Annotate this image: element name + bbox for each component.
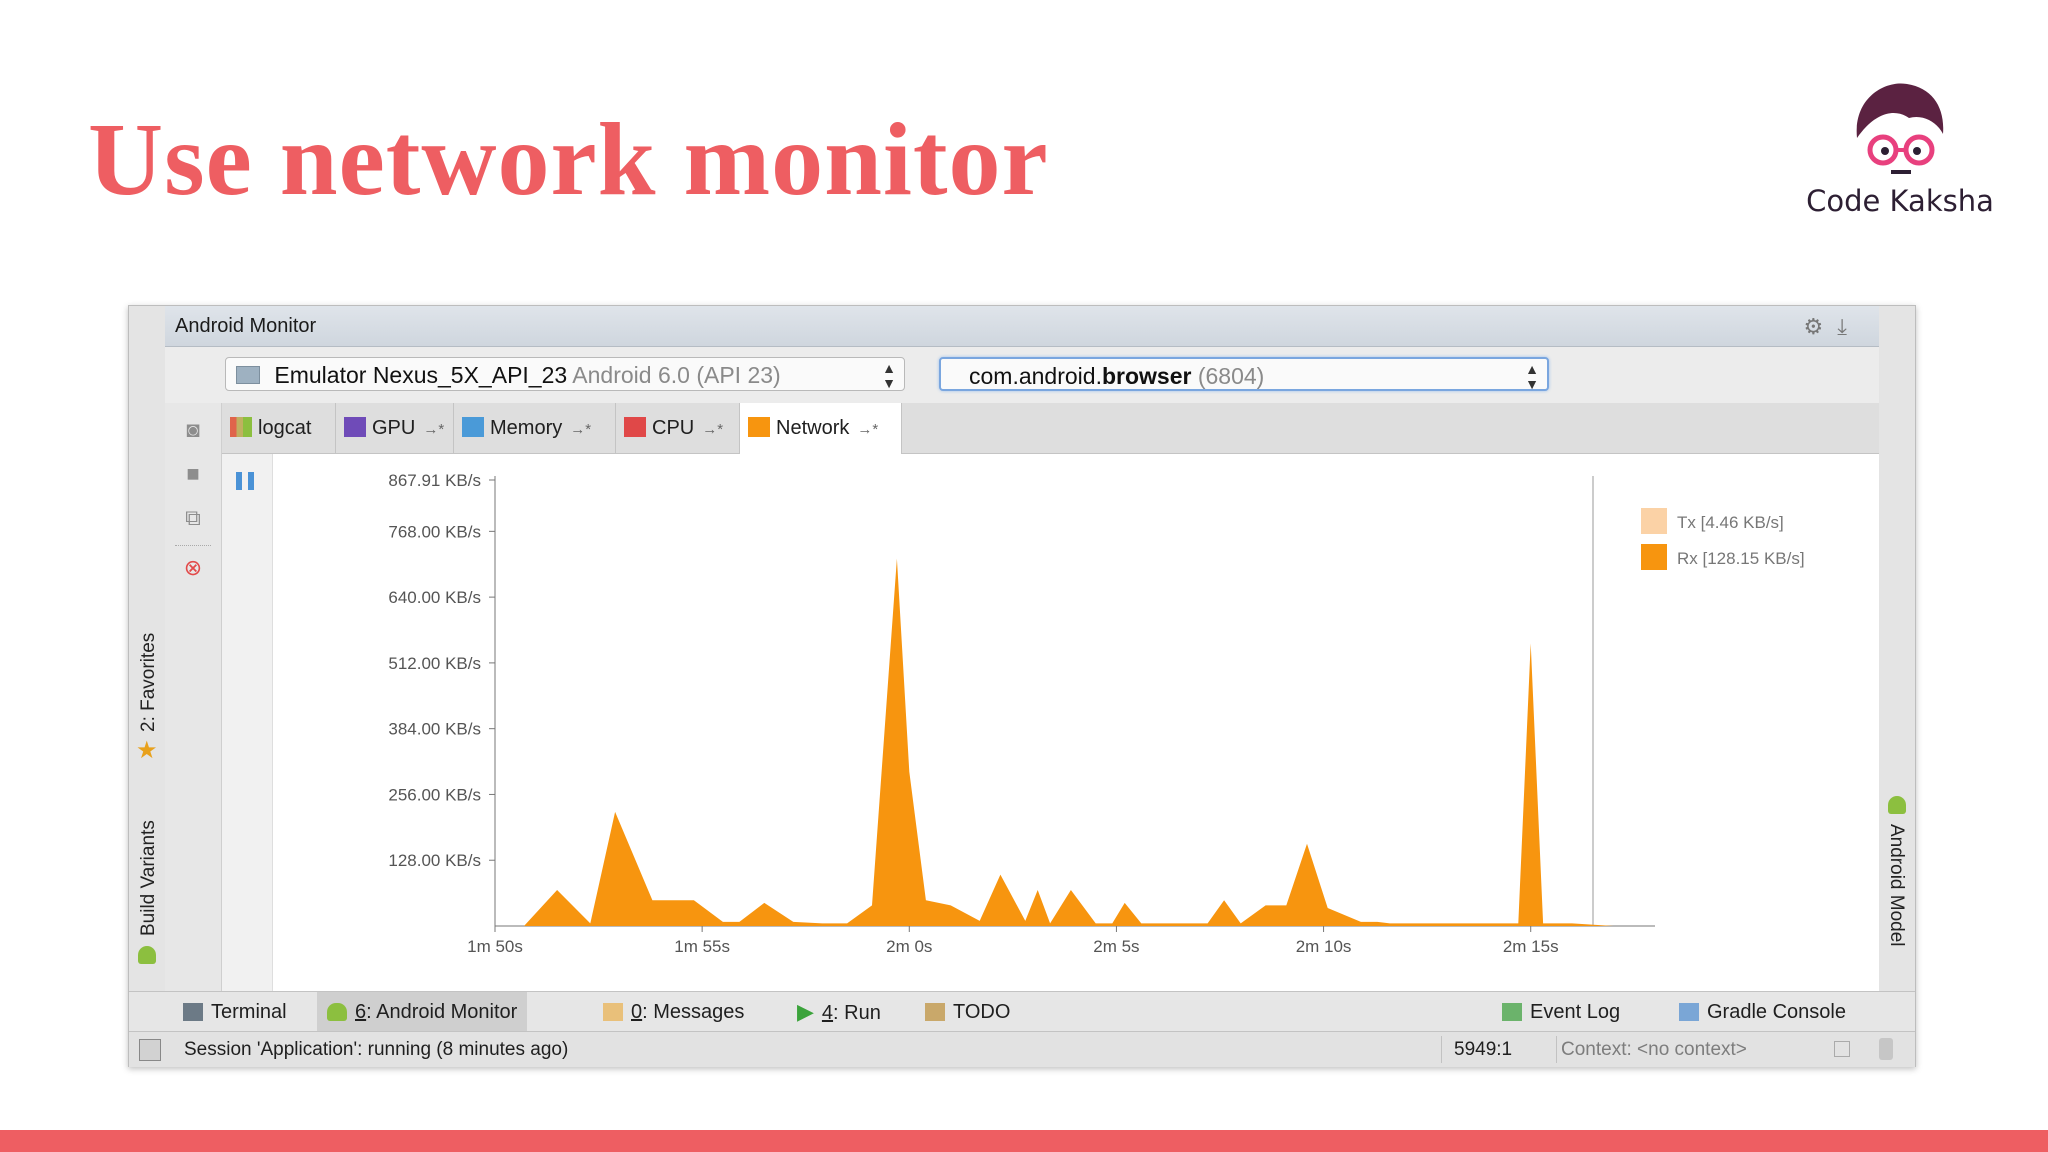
gradle-console-tab[interactable]: Gradle Console [1669, 992, 1856, 1032]
run-icon: ▶ [797, 999, 814, 1024]
y-tick-label: 128.00 KB/s [388, 851, 481, 870]
android-monitor-panel: Android Monitor ⚙⤓ Emulator Nexus_5X_API… [165, 306, 1879, 991]
x-tick-label: 2m 15s [1503, 937, 1559, 956]
x-tick-label: 2m 0s [886, 937, 932, 956]
android-icon [1888, 796, 1906, 814]
memory-indicator-icon[interactable] [1879, 1038, 1893, 1060]
network-icon [748, 417, 770, 437]
status-toggle-icon[interactable] [139, 1039, 161, 1061]
logo-text: Code Kaksha [1806, 184, 1994, 218]
chart-controls [222, 454, 273, 991]
android-model-tab[interactable]: Android Model [1885, 824, 1907, 947]
selector-row: Emulator Nexus_5X_API_23 Android 6.0 (AP… [165, 347, 1879, 404]
tab-logcat[interactable]: logcat [222, 403, 336, 453]
gear-icon[interactable]: ⚙ [1804, 314, 1838, 339]
favorites-tab[interactable]: 2: Favorites [138, 633, 160, 732]
slide-title: Use network monitor [88, 102, 1049, 217]
lock-icon[interactable] [1834, 1041, 1850, 1057]
android-studio-window: 2: Favorites ★ Build Variants Android Mo… [128, 305, 1916, 1067]
device-name: Emulator Nexus_5X_API_23 [274, 362, 568, 388]
messages-icon [603, 1003, 623, 1021]
code-kaksha-logo: Code Kaksha [1800, 78, 2000, 218]
tab-cpu[interactable]: CPU →* [616, 403, 740, 453]
android-icon [138, 946, 156, 964]
y-tick-label: 640.00 KB/s [388, 588, 481, 607]
caret-position[interactable]: 5949:1 [1454, 1032, 1512, 1067]
run-tab[interactable]: ▶ 4: Run [787, 992, 891, 1032]
panel-header: Android Monitor ⚙⤓ [165, 306, 1879, 347]
tab-memory[interactable]: Memory →* [454, 403, 616, 453]
series-rx-area [495, 558, 1655, 926]
android-monitor-tab[interactable]: 6: Android Monitor [317, 992, 528, 1032]
build-variants-tab[interactable]: Build Variants [138, 820, 160, 936]
messages-tab[interactable]: 0: Messages [593, 992, 754, 1032]
tab-network[interactable]: Network →* [740, 403, 902, 454]
y-tick-label: 384.00 KB/s [388, 720, 481, 739]
logo-mascot-icon [1856, 83, 1944, 176]
terminal-icon [183, 1003, 203, 1021]
event-log-tab[interactable]: Event Log [1492, 992, 1630, 1032]
network-chart-area: 867.91 KB/s 768.00 KB/s 640.00 KB/s 512.00 … [222, 454, 1879, 991]
logcat-icon [230, 417, 252, 437]
download-icon[interactable]: ⤓ [1837, 314, 1861, 339]
camera-icon[interactable]: ◙ [179, 417, 207, 442]
android-icon [327, 1003, 347, 1021]
status-bar: Session 'Application': running (8 minute… [129, 1031, 1915, 1067]
close-icon[interactable]: ⊗ [179, 555, 207, 580]
left-tool-strip: 2: Favorites ★ Build Variants [129, 306, 166, 991]
y-tick-label: 867.91 KB/s [388, 471, 481, 490]
context-indicator[interactable]: Context: <no context> [1561, 1032, 1747, 1067]
gradle-console-icon [1679, 1003, 1699, 1021]
tab-gpu[interactable]: GPU →* [336, 403, 454, 453]
process-prefix: com.android. [969, 363, 1102, 389]
bottom-tool-tabs: Terminal 6: Android Monitor 0: Messages … [129, 991, 1915, 1032]
process-pid: (6804) [1197, 363, 1265, 389]
device-version: Android 6.0 (API 23) [572, 362, 781, 388]
process-name: browser [1101, 363, 1192, 389]
y-tick-label: 768.00 KB/s [388, 522, 481, 541]
device-icon [236, 366, 260, 384]
pause-icon[interactable] [236, 472, 254, 490]
network-chart: 867.91 KB/s 768.00 KB/s 640.00 KB/s 512.00 … [388, 471, 1805, 956]
x-tick-label: 1m 50s [467, 937, 523, 956]
gpu-icon [344, 417, 366, 437]
chevron-updown-icon: ▲ ▼ [882, 360, 896, 391]
header-icons: ⚙⤓ [1804, 314, 1861, 340]
todo-tab[interactable]: TODO [915, 992, 1020, 1032]
legend-swatch [1641, 544, 1667, 570]
x-tick-label: 2m 10s [1296, 937, 1352, 956]
x-tick-label: 2m 5s [1093, 937, 1139, 956]
todo-icon [925, 1003, 945, 1021]
panel-title: Android Monitor [175, 315, 317, 337]
right-tool-strip: Android Model [1878, 306, 1915, 991]
chevron-updown-icon: ▲ ▼ [1525, 361, 1539, 392]
status-message: Session 'Application': running (8 minute… [184, 1039, 569, 1060]
monitor-toolbar: ◙ ■ ⧉ ⊗ [165, 403, 222, 991]
star-icon: ★ [136, 737, 158, 764]
terminal-tab[interactable]: Terminal [173, 992, 297, 1032]
legend-label: Rx [128.15 KB/s] [1677, 549, 1805, 568]
y-tick-label: 256.00 KB/s [388, 785, 481, 804]
y-tick-label: 512.00 KB/s [388, 654, 481, 673]
stop-icon[interactable]: ■ [179, 461, 207, 486]
legend-swatch [1641, 508, 1667, 534]
device-selector[interactable]: Emulator Nexus_5X_API_23 Android 6.0 (AP… [225, 357, 905, 391]
cpu-icon [624, 417, 646, 437]
process-selector[interactable]: com.android.browser (6804) ▲ ▼ [939, 357, 1549, 392]
x-tick-label: 1m 55s [674, 937, 730, 956]
monitor-tabs: logcat GPU →* Memory →* CPU →* Network →* [222, 403, 1879, 454]
event-log-icon [1502, 1003, 1522, 1021]
screen-record-icon[interactable]: ⧉ [179, 505, 207, 530]
memory-icon [462, 417, 484, 437]
slide-footer-bar [0, 1130, 2048, 1152]
legend-label: Tx [4.46 KB/s] [1677, 513, 1784, 532]
